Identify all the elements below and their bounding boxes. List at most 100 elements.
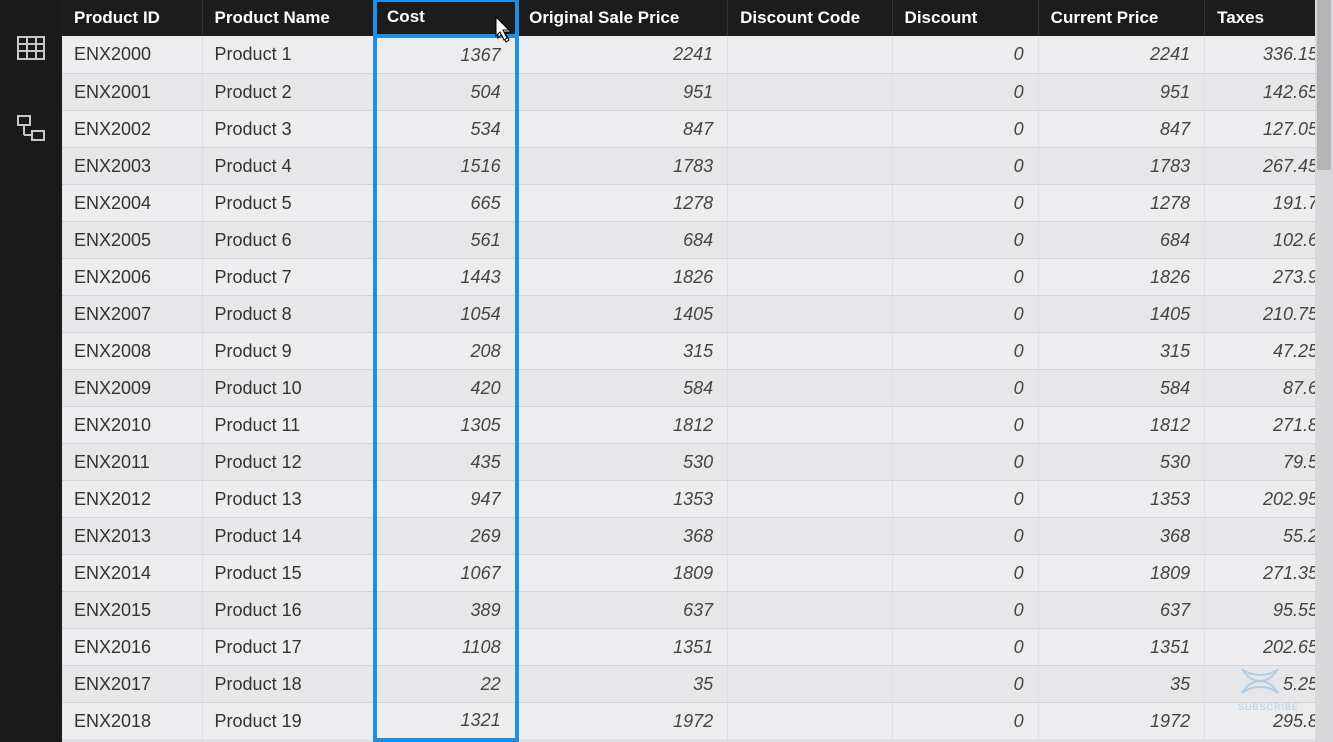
cell-cost[interactable]: 947 (375, 481, 517, 518)
cell-product_id[interactable]: ENX2017 (62, 666, 202, 703)
cell-current_price[interactable]: 1809 (1038, 555, 1204, 592)
cell-taxes[interactable]: 79.5 (1205, 444, 1333, 481)
cell-discount[interactable]: 0 (892, 111, 1038, 148)
cell-product_id[interactable]: ENX2006 (62, 259, 202, 296)
cell-discount_code[interactable] (728, 444, 892, 481)
cell-discount[interactable]: 0 (892, 296, 1038, 333)
column-header-product_name[interactable]: Product Name (202, 0, 375, 36)
cell-product_name[interactable]: Product 3 (202, 111, 375, 148)
table-row[interactable]: ENX2017Product 1822350355.25 (62, 666, 1333, 703)
cell-original_sale_price[interactable]: 1972 (517, 703, 728, 741)
column-header-taxes[interactable]: Taxes (1205, 0, 1333, 36)
cell-discount[interactable]: 0 (892, 259, 1038, 296)
cell-discount_code[interactable] (728, 518, 892, 555)
table-row[interactable]: ENX2012Product 13947135301353202.95 (62, 481, 1333, 518)
cell-current_price[interactable]: 951 (1038, 74, 1204, 111)
column-header-product_id[interactable]: Product ID (62, 0, 202, 36)
cell-cost[interactable]: 208 (375, 333, 517, 370)
cell-original_sale_price[interactable]: 1826 (517, 259, 728, 296)
cell-current_price[interactable]: 847 (1038, 111, 1204, 148)
cell-product_id[interactable]: ENX2015 (62, 592, 202, 629)
cell-taxes[interactable]: 267.45 (1205, 148, 1333, 185)
cell-product_id[interactable]: ENX2010 (62, 407, 202, 444)
cell-current_price[interactable]: 1812 (1038, 407, 1204, 444)
cell-original_sale_price[interactable]: 637 (517, 592, 728, 629)
cell-current_price[interactable]: 2241 (1038, 36, 1204, 74)
cell-discount[interactable]: 0 (892, 444, 1038, 481)
cell-cost[interactable]: 1367 (375, 36, 517, 74)
cell-current_price[interactable]: 530 (1038, 444, 1204, 481)
cell-cost[interactable]: 561 (375, 222, 517, 259)
cell-discount[interactable]: 0 (892, 407, 1038, 444)
data-view-button[interactable] (11, 28, 51, 68)
cell-product_id[interactable]: ENX2003 (62, 148, 202, 185)
cell-discount[interactable]: 0 (892, 370, 1038, 407)
cell-product_name[interactable]: Product 19 (202, 703, 375, 741)
cell-product_name[interactable]: Product 15 (202, 555, 375, 592)
cell-discount_code[interactable] (728, 370, 892, 407)
cell-discount_code[interactable] (728, 407, 892, 444)
cell-taxes[interactable]: 102.6 (1205, 222, 1333, 259)
cell-discount[interactable]: 0 (892, 36, 1038, 74)
cell-discount_code[interactable] (728, 222, 892, 259)
cell-original_sale_price[interactable]: 368 (517, 518, 728, 555)
cell-current_price[interactable]: 315 (1038, 333, 1204, 370)
cell-product_id[interactable]: ENX2008 (62, 333, 202, 370)
cell-discount[interactable]: 0 (892, 148, 1038, 185)
cell-taxes[interactable]: 202.65 (1205, 629, 1333, 666)
table-row[interactable]: ENX2006Product 71443182601826273.9 (62, 259, 1333, 296)
table-row[interactable]: ENX2002Product 35348470847127.05 (62, 111, 1333, 148)
cell-discount[interactable]: 0 (892, 703, 1038, 741)
cell-taxes[interactable]: 273.9 (1205, 259, 1333, 296)
table-row[interactable]: ENX2007Product 81054140501405210.75 (62, 296, 1333, 333)
cell-discount_code[interactable] (728, 148, 892, 185)
cell-product_name[interactable]: Product 5 (202, 185, 375, 222)
cell-cost[interactable]: 1443 (375, 259, 517, 296)
cell-discount_code[interactable] (728, 703, 892, 741)
cell-taxes[interactable]: 210.75 (1205, 296, 1333, 333)
cell-original_sale_price[interactable]: 1278 (517, 185, 728, 222)
cell-cost[interactable]: 435 (375, 444, 517, 481)
table-row[interactable]: ENX2004Product 5665127801278191.7 (62, 185, 1333, 222)
cell-product_name[interactable]: Product 17 (202, 629, 375, 666)
vertical-scrollbar[interactable] (1315, 0, 1333, 742)
cell-taxes[interactable]: 47.25 (1205, 333, 1333, 370)
cell-original_sale_price[interactable]: 1353 (517, 481, 728, 518)
cell-taxes[interactable]: 271.35 (1205, 555, 1333, 592)
cell-discount[interactable]: 0 (892, 518, 1038, 555)
table-row[interactable]: ENX2001Product 25049510951142.65 (62, 74, 1333, 111)
cell-current_price[interactable]: 1405 (1038, 296, 1204, 333)
cell-original_sale_price[interactable]: 315 (517, 333, 728, 370)
cell-cost[interactable]: 1516 (375, 148, 517, 185)
cell-product_id[interactable]: ENX2007 (62, 296, 202, 333)
cell-current_price[interactable]: 637 (1038, 592, 1204, 629)
table-row[interactable]: ENX2003Product 41516178301783267.45 (62, 148, 1333, 185)
cell-product_name[interactable]: Product 1 (202, 36, 375, 74)
column-header-discount_code[interactable]: Discount Code (728, 0, 892, 36)
cell-original_sale_price[interactable]: 1351 (517, 629, 728, 666)
cell-current_price[interactable]: 1783 (1038, 148, 1204, 185)
cell-discount[interactable]: 0 (892, 666, 1038, 703)
cell-current_price[interactable]: 1351 (1038, 629, 1204, 666)
cell-product_name[interactable]: Product 10 (202, 370, 375, 407)
cell-product_name[interactable]: Product 18 (202, 666, 375, 703)
cell-taxes[interactable]: 127.05 (1205, 111, 1333, 148)
table-row[interactable]: ENX2009Product 10420584058487.6 (62, 370, 1333, 407)
cell-discount[interactable]: 0 (892, 592, 1038, 629)
cell-taxes[interactable]: 191.7 (1205, 185, 1333, 222)
cell-discount[interactable]: 0 (892, 481, 1038, 518)
table-row[interactable]: ENX2014Product 151067180901809271.35 (62, 555, 1333, 592)
table-row[interactable]: ENX2000Product 11367224102241336.15 (62, 36, 1333, 74)
cell-cost[interactable]: 1305 (375, 407, 517, 444)
cell-taxes[interactable]: 336.15 (1205, 36, 1333, 74)
cell-original_sale_price[interactable]: 2241 (517, 36, 728, 74)
cell-original_sale_price[interactable]: 684 (517, 222, 728, 259)
scrollbar-thumb[interactable] (1317, 0, 1331, 170)
cell-product_id[interactable]: ENX2009 (62, 370, 202, 407)
cell-product_id[interactable]: ENX2014 (62, 555, 202, 592)
cell-discount_code[interactable] (728, 259, 892, 296)
cell-product_name[interactable]: Product 12 (202, 444, 375, 481)
cell-product_name[interactable]: Product 14 (202, 518, 375, 555)
cell-product_name[interactable]: Product 4 (202, 148, 375, 185)
cell-discount[interactable]: 0 (892, 74, 1038, 111)
